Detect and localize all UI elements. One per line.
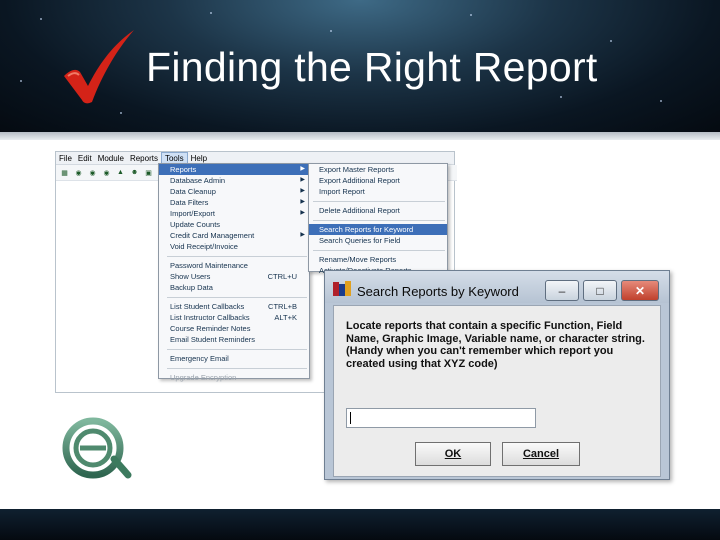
submenu-item-import-report[interactable]: Import Report — [309, 186, 447, 197]
submenu-item-rename-move-reports[interactable]: Rename/Move Reports — [309, 254, 447, 265]
dialog-body: Locate reports that contain a specific F… — [333, 305, 661, 477]
menu-item-emergency-email[interactable]: Emergency Email — [159, 353, 309, 364]
menu-item-course-reminder-notes[interactable]: Course Reminder Notes — [159, 323, 309, 334]
dialog-description: Locate reports that contain a specific F… — [346, 320, 645, 370]
menu-separator — [167, 256, 307, 257]
menu-item-import-export[interactable]: Import/Export ▶ — [159, 208, 309, 219]
close-button[interactable]: ✕ — [621, 280, 659, 301]
submenu-item-export-master-reports[interactable]: Export Master Reports — [309, 164, 447, 175]
close-icon: ✕ — [634, 283, 646, 298]
minimize-icon: ‒ — [558, 283, 566, 298]
menu-separator — [313, 201, 445, 202]
binoculars-icon[interactable]: ◉ — [101, 168, 112, 178]
tools-menu: Reports ▶ Database Admin ▶ Data Cleanup ▶ D… — [158, 163, 310, 382]
menu-item-list-student-callbacks[interactable]: List Student Callbacks CTRL+B — [159, 301, 309, 312]
menu-reports[interactable]: Reports — [127, 153, 161, 164]
menu-item-password-maintenance[interactable]: Password Maintenance — [159, 260, 309, 271]
app-icon — [333, 281, 351, 296]
menu-item-reports[interactable]: Reports ▶ — [159, 164, 309, 175]
binoculars-icon[interactable]: ◉ — [87, 168, 98, 178]
text-caret — [350, 412, 351, 424]
reports-submenu: Export Master Reports Export Additional … — [308, 163, 448, 275]
gift-icon[interactable]: ▣ — [143, 168, 154, 178]
slide-footer — [0, 509, 720, 540]
checkmark-icon — [64, 30, 134, 104]
menu-separator — [167, 349, 307, 350]
submenu-item-search-reports-for-keyword[interactable]: Search Reports for Keyword — [309, 224, 447, 235]
maximize-button[interactable]: □ — [583, 280, 617, 301]
submenu-item-search-queries-for-field[interactable]: Search Queries for Field — [309, 235, 447, 246]
menu-item-upgrade-encryption: Upgrade Encryption — [170, 373, 237, 382]
menu-module[interactable]: Module — [95, 153, 127, 164]
menu-item-data-filters[interactable]: Data Filters ▶ — [159, 197, 309, 208]
submenu-item-export-additional-report[interactable]: Export Additional Report — [309, 175, 447, 186]
dialog-title-bar[interactable]: Search Reports by Keyword ‒ □ ✕ — [325, 271, 669, 303]
menu-item-show-users[interactable]: Show Users CTRL+U — [159, 271, 309, 282]
menu-item-list-instructor-callbacks[interactable]: List Instructor Callbacks ALT+K — [159, 312, 309, 323]
minimize-button[interactable]: ‒ — [545, 280, 579, 301]
cancel-button[interactable]: Cancel — [502, 442, 580, 466]
slide-title: Finding the Right Report — [146, 44, 598, 90]
report-icon[interactable]: ▦ — [59, 168, 70, 178]
menu-item-void-receipt-invoice[interactable]: Void Receipt/Invoice — [159, 241, 309, 252]
menu-item-email-student-reminders[interactable]: Email Student Reminders — [159, 334, 309, 345]
menu-separator — [313, 220, 445, 221]
maximize-icon: □ — [596, 283, 604, 298]
export-icon[interactable]: ▲ — [115, 168, 126, 178]
menu-file[interactable]: File — [56, 153, 75, 164]
users-icon[interactable]: ☻ — [129, 168, 140, 178]
company-logo — [62, 417, 132, 479]
submenu-item-delete-additional-report[interactable]: Delete Additional Report — [309, 205, 447, 216]
search-reports-dialog: Search Reports by Keyword ‒ □ ✕ Locate r… — [324, 270, 670, 480]
menu-separator — [167, 297, 307, 298]
menu-separator — [167, 368, 307, 369]
binoculars-icon[interactable]: ◉ — [73, 168, 84, 178]
menu-item-database-admin[interactable]: Database Admin ▶ — [159, 175, 309, 186]
menu-help[interactable]: Help — [188, 153, 210, 164]
ok-button[interactable]: OK — [415, 442, 491, 466]
dialog-title: Search Reports by Keyword — [357, 284, 519, 299]
keyword-input[interactable] — [346, 408, 536, 428]
menu-edit[interactable]: Edit — [75, 153, 95, 164]
slide-header-banner: Finding the Right Report — [0, 0, 720, 140]
menu-item-credit-card-management[interactable]: Credit Card Management ▶ — [159, 230, 309, 241]
menu-separator — [313, 250, 445, 251]
menu-item-backup-data[interactable]: Backup Data — [159, 282, 309, 293]
menu-item-data-cleanup[interactable]: Data Cleanup ▶ — [159, 186, 309, 197]
menu-item-update-counts[interactable]: Update Counts — [159, 219, 309, 230]
